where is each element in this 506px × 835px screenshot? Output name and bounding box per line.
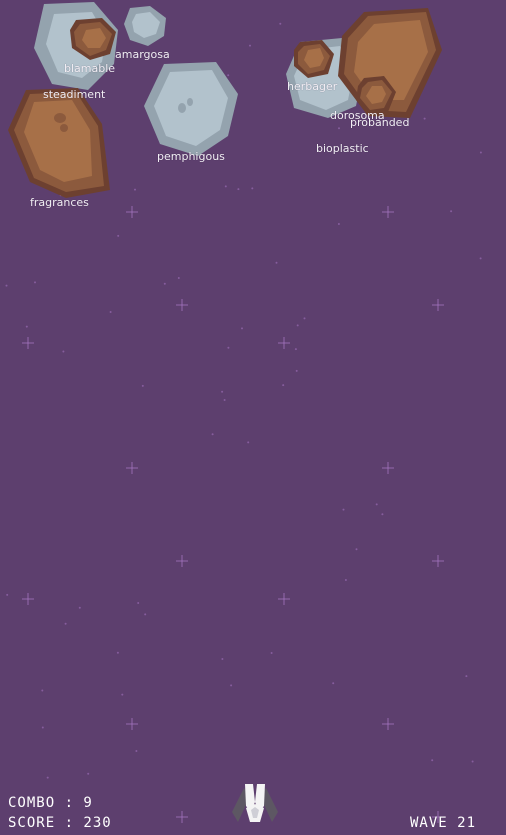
star <box>279 22 282 25</box>
star <box>224 185 227 188</box>
star <box>381 513 384 516</box>
star <box>465 675 468 678</box>
word-label: blamable <box>64 62 116 75</box>
star <box>382 462 394 474</box>
asteroid-brown-blamable <box>70 18 116 60</box>
star <box>382 718 394 730</box>
asteroid-grey-pemphigous <box>144 62 238 156</box>
star <box>116 651 119 654</box>
word-label: probanded <box>350 116 410 129</box>
word-label: herbager <box>287 80 338 93</box>
star <box>41 689 44 692</box>
star <box>296 324 299 327</box>
star <box>135 750 138 752</box>
star <box>41 726 44 729</box>
star <box>134 188 136 191</box>
star <box>241 327 243 330</box>
star <box>251 187 254 190</box>
star <box>78 606 81 609</box>
star <box>46 776 49 779</box>
star <box>237 188 240 191</box>
star <box>338 127 340 130</box>
star <box>25 325 28 328</box>
word-label: bioplastic <box>316 142 369 155</box>
star <box>282 384 285 387</box>
word-label: amargosa <box>115 48 170 61</box>
star <box>176 299 188 311</box>
star <box>22 337 34 349</box>
wave-counter: WAVE 21 <box>410 815 477 831</box>
asteroid-grey-amargosa <box>124 6 166 46</box>
star <box>163 282 166 285</box>
star <box>303 317 306 320</box>
star <box>471 760 474 763</box>
asteroid-brown-fragrances <box>8 88 110 198</box>
star <box>87 772 90 775</box>
star <box>355 548 358 551</box>
score-counter: SCORE : 230 <box>8 815 112 831</box>
star <box>6 593 9 596</box>
word-label: steadiment <box>43 88 106 101</box>
star <box>137 602 140 604</box>
star <box>249 44 251 47</box>
star <box>144 613 147 616</box>
star <box>344 579 347 581</box>
star <box>479 257 482 260</box>
star <box>211 433 214 436</box>
star <box>270 652 273 654</box>
star <box>121 693 124 696</box>
star <box>230 684 233 687</box>
star <box>126 206 138 218</box>
star <box>247 441 250 444</box>
star <box>432 299 444 311</box>
asteroid-brown-herbager <box>294 40 334 78</box>
star <box>62 350 65 353</box>
star <box>126 462 138 474</box>
star <box>342 508 345 511</box>
word-label: pemphigous <box>157 150 225 163</box>
star <box>450 210 453 213</box>
star <box>294 348 297 351</box>
star <box>227 346 230 349</box>
star <box>109 311 112 313</box>
star <box>176 811 188 823</box>
star <box>177 277 180 279</box>
star <box>278 593 290 605</box>
star <box>223 399 226 401</box>
word-label: fragrances <box>30 196 89 209</box>
star <box>337 223 340 225</box>
star <box>34 281 36 284</box>
combo-counter: COMBO : 9 <box>8 795 93 811</box>
star <box>22 593 34 605</box>
star <box>5 284 8 287</box>
star <box>278 337 290 349</box>
star <box>221 658 224 660</box>
star <box>432 555 444 567</box>
star <box>332 682 335 685</box>
star <box>176 555 188 567</box>
star <box>275 261 278 264</box>
player-ship <box>232 784 278 822</box>
star <box>64 622 67 625</box>
star <box>126 718 138 730</box>
star <box>382 206 394 218</box>
star <box>141 384 144 387</box>
star <box>221 390 224 393</box>
star <box>375 503 378 506</box>
star <box>117 234 120 237</box>
star <box>479 151 482 154</box>
star <box>295 369 298 372</box>
star <box>431 759 434 762</box>
